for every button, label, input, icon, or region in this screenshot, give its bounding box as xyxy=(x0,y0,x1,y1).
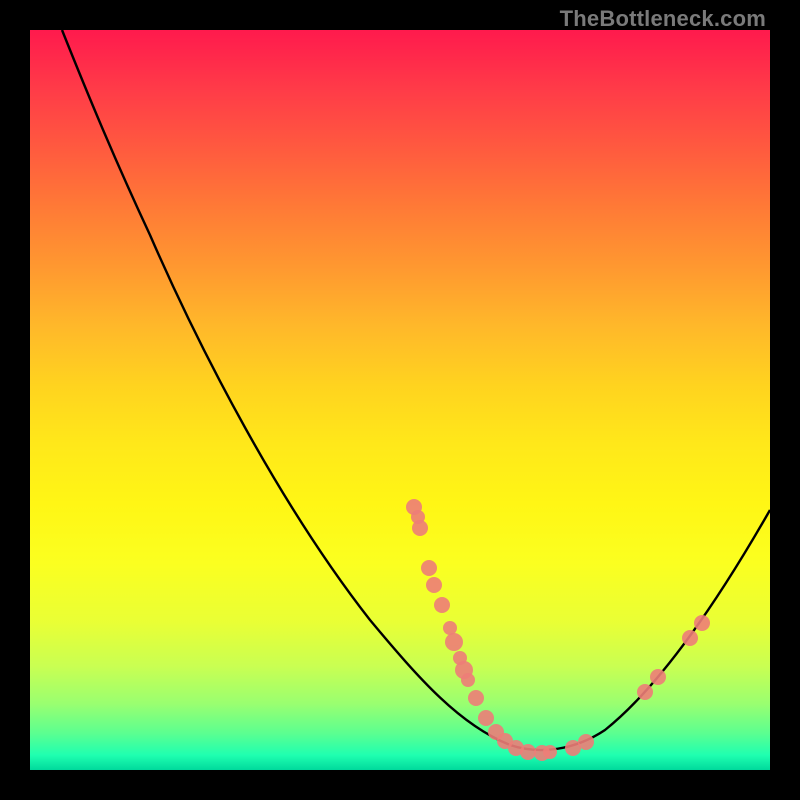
data-point xyxy=(650,669,666,685)
watermark-text: TheBottleneck.com xyxy=(560,6,766,32)
data-point xyxy=(694,615,710,631)
data-point xyxy=(543,745,557,759)
data-point xyxy=(478,710,494,726)
data-point xyxy=(468,690,484,706)
data-point xyxy=(445,633,463,651)
data-point xyxy=(637,684,653,700)
chart-svg xyxy=(30,30,770,770)
bottleneck-curve xyxy=(62,30,770,750)
data-point xyxy=(443,621,457,635)
data-point xyxy=(412,520,428,536)
data-point xyxy=(434,597,450,613)
data-point xyxy=(578,734,594,750)
scatter-dots xyxy=(406,499,710,761)
data-point xyxy=(426,577,442,593)
data-point xyxy=(520,744,536,760)
data-point xyxy=(461,673,475,687)
data-point xyxy=(682,630,698,646)
data-point xyxy=(421,560,437,576)
